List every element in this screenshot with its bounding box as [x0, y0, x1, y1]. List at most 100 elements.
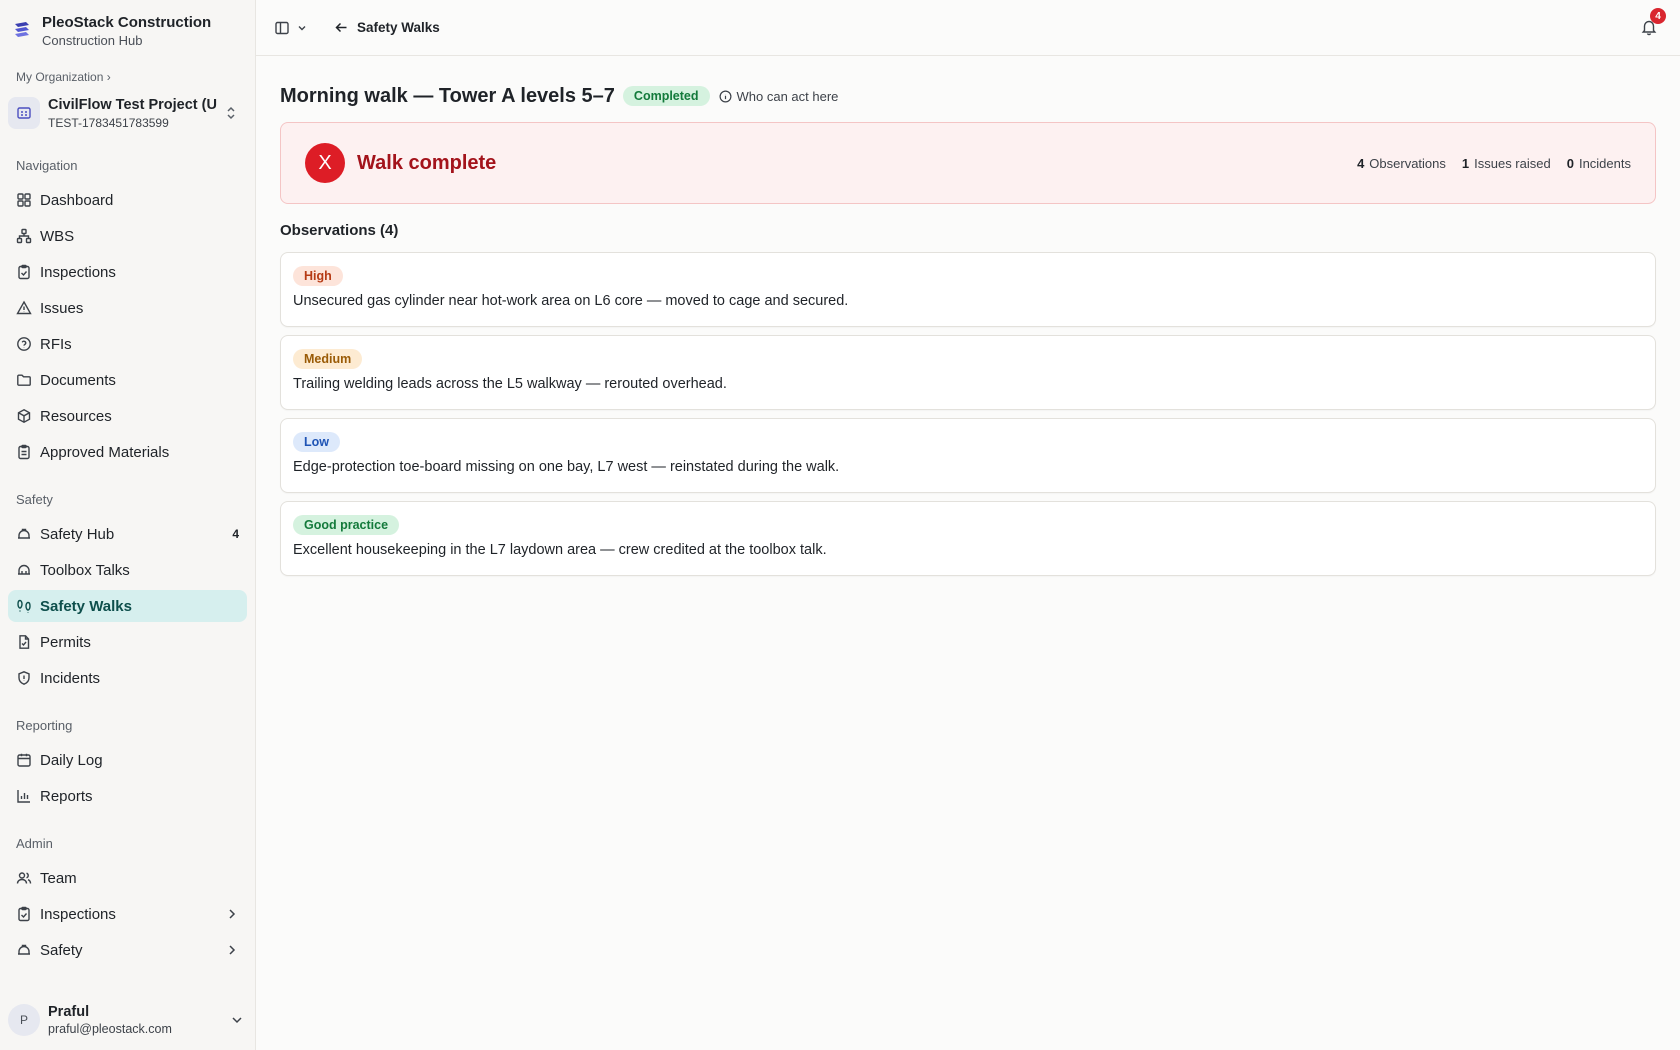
calendar-icon — [17, 753, 31, 767]
observations-stat: 4 Observations — [1357, 155, 1446, 171]
project-icon — [8, 97, 40, 129]
observation-text: Excellent housekeeping in the L7 laydown… — [293, 542, 827, 558]
sidebar-item-admin-safety[interactable]: Safety — [8, 934, 247, 966]
footprints-icon — [17, 599, 31, 613]
status-badge: Completed — [622, 86, 710, 106]
project-name: CivilFlow Test Project (U... — [48, 96, 217, 113]
sidebar-item-wbs[interactable]: WBS — [8, 220, 247, 252]
project-code: TEST-1783451783599 — [48, 115, 169, 130]
bar-chart-icon — [17, 790, 30, 803]
shield-alert-icon — [18, 671, 30, 685]
observation-card: Good practice Excellent housekeeping in … — [280, 501, 1656, 576]
notifications-button[interactable]: 4 — [1640, 8, 1666, 36]
topbar: Safety Walks 4 — [256, 0, 1680, 56]
project-switcher[interactable]: CivilFlow Test Project (U... TEST-178345… — [8, 92, 247, 134]
severity-badge: High — [293, 266, 343, 286]
sidebar-item-approved-materials[interactable]: Approved Materials — [8, 436, 247, 468]
sidebar-item-inspections[interactable]: Inspections — [8, 256, 247, 288]
page-content: Morning walk — Tower A levels 5–7 Comple… — [256, 56, 1680, 576]
sidebar-item-label: Permits — [40, 633, 91, 651]
arrow-left-icon — [335, 22, 347, 33]
issues-stat: 1 Issues raised — [1461, 155, 1551, 171]
sidebar-item-resources[interactable]: Resources — [8, 400, 247, 432]
observation-text: Edge-protection toe-board missing on one… — [293, 459, 840, 475]
sidebar-item-label: RFIs — [40, 335, 72, 353]
banner-title: Walk complete — [357, 151, 497, 174]
warning-triangle-icon — [16, 300, 32, 315]
main-area: Safety Walks 4 Morning walk — Tower A le… — [256, 0, 1680, 1050]
observation-text: Trailing welding leads across the L5 wal… — [293, 376, 727, 392]
page-title: Morning walk — Tower A levels 5–7 — [280, 84, 615, 107]
sidebar-item-rfis[interactable]: RFIs — [8, 328, 247, 360]
sidebar-item-label: Toolbox Talks — [40, 561, 130, 579]
chevron-down-icon — [298, 25, 306, 30]
section-label-safety: Safety — [16, 492, 53, 507]
brand[interactable]: PleoStack Construction Construction Hub — [0, 0, 255, 62]
sidebar-item-label: Inspections — [40, 263, 116, 281]
incidents-stat: 0 Incidents — [1566, 155, 1631, 171]
section-label-navigation: Navigation — [16, 158, 78, 173]
folder-icon — [17, 374, 31, 386]
users-icon — [16, 872, 32, 884]
sidebar-item-issues[interactable]: Issues — [8, 292, 247, 324]
sidebar-item-safety-hub[interactable]: Safety Hub 4 — [8, 518, 247, 550]
sidebar-item-label: WBS — [40, 227, 75, 245]
back-to-safety-walks-link[interactable]: Safety Walks — [334, 20, 440, 35]
notifications-count-badge: 4 — [1650, 8, 1666, 24]
sidebar-item-label: Issues — [40, 299, 84, 317]
sidebar-item-team[interactable]: Team — [8, 862, 247, 894]
sidebar-item-label: Documents — [40, 371, 116, 389]
section-label-admin: Admin — [16, 836, 53, 851]
sidebar-item-label: Safety Walks — [40, 597, 132, 615]
chevron-right-icon — [229, 909, 236, 919]
sidebar-item-label: Reports — [40, 787, 93, 805]
sidebar-item-incidents[interactable]: Incidents — [8, 662, 247, 694]
help-circle-icon — [17, 337, 31, 351]
observation-card: High Unsecured gas cylinder near hot-wor… — [280, 252, 1656, 327]
sidebar-item-label: Dashboard — [40, 191, 114, 209]
sidebar-item-label: Safety — [40, 941, 83, 959]
sidebar-item-documents[interactable]: Documents — [8, 364, 247, 396]
severity-badge: Low — [293, 432, 340, 452]
info-icon — [719, 90, 732, 102]
file-check-icon — [19, 635, 30, 649]
walk-complete-banner: X Walk complete 4 Observations 1 Issues ra… — [280, 122, 1656, 204]
package-icon — [17, 409, 31, 423]
sidebar-toggle-button[interactable] — [274, 20, 308, 36]
chevrons-up-down-icon — [227, 106, 235, 120]
panel-left-icon — [275, 21, 289, 34]
network-icon — [16, 228, 32, 244]
who-can-act-label: Who can act here — [736, 88, 839, 104]
safety-hub-count-badge: 4 — [232, 527, 239, 541]
severity-badge: Medium — [293, 349, 363, 369]
sidebar-item-label: Incidents — [40, 669, 101, 687]
sidebar-item-label: Daily Log — [40, 751, 103, 769]
org-breadcrumb[interactable]: My Organization › — [0, 62, 255, 86]
clipboard-check-icon — [18, 264, 30, 280]
user-name: Praful — [48, 1004, 90, 1020]
chevron-right-icon — [229, 945, 236, 955]
sidebar-item-permits[interactable]: Permits — [8, 626, 247, 658]
who-can-act-link[interactable]: Who can act here — [719, 88, 839, 104]
sidebar-item-label: Resources — [40, 407, 112, 425]
sidebar-item-admin-inspections[interactable]: Inspections — [8, 898, 247, 930]
hard-hat-icon — [18, 944, 30, 955]
observations-heading: Observations (4) — [280, 222, 399, 239]
sidebar-item-safety-walks[interactable]: Safety Walks — [8, 590, 247, 622]
user-email: praful@pleostack.com — [48, 1022, 172, 1036]
sidebar-item-toolbox-talks[interactable]: Toolbox Talks — [8, 554, 247, 586]
brand-subtitle: Construction Hub — [42, 33, 143, 48]
sidebar-item-reports[interactable]: Reports — [8, 780, 247, 812]
sidebar-item-label: Approved Materials — [40, 443, 170, 461]
observation-card: Medium Trailing welding leads across the… — [280, 335, 1656, 410]
clipboard-list-icon — [18, 444, 30, 460]
brand-name: PleoStack Construction — [42, 14, 212, 31]
sidebar-item-label: Safety Hub — [40, 525, 115, 543]
sidebar-item-dashboard[interactable]: Dashboard — [8, 184, 247, 216]
sidebar-item-label: Team — [40, 869, 77, 887]
sidebar-item-daily-log[interactable]: Daily Log — [8, 744, 247, 776]
observation-text: Unsecured gas cylinder near hot-work are… — [293, 293, 849, 309]
user-menu[interactable]: P Praful praful@pleostack.com — [8, 1000, 247, 1040]
banner-stats: 4 Observations 1 Issues raised 0 Incidents — [1341, 156, 1631, 171]
sidebar: PleoStack Construction Construction Hub … — [0, 0, 256, 1050]
